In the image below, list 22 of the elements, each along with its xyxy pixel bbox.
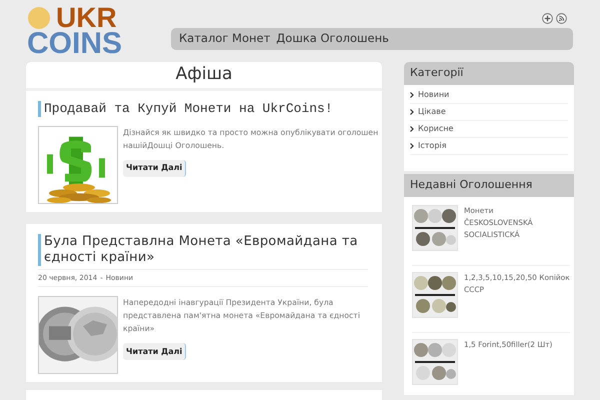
- sidebar-title: Категорії: [410, 65, 464, 82]
- chevron-right-icon: [410, 143, 414, 149]
- coin-icon: [28, 7, 50, 29]
- page-title: Афіша: [176, 63, 232, 86]
- chevron-right-icon: [410, 109, 414, 115]
- nav-link[interactable]: Каталог Монет: [179, 30, 270, 48]
- chevron-right-icon: [410, 126, 414, 132]
- category-link[interactable]: Корисне: [418, 123, 454, 135]
- logo-text: UKR: [56, 5, 117, 31]
- read-more-button[interactable]: Читати Далі: [123, 160, 186, 176]
- nav-link[interactable]: Дошка Оголошень: [276, 30, 389, 48]
- category-link[interactable]: Новини: [418, 89, 450, 101]
- plus-icon[interactable]: [542, 13, 553, 24]
- rss-icon[interactable]: [556, 13, 567, 24]
- category-link[interactable]: Цікаве: [418, 106, 446, 118]
- article-title[interactable]: Продавай та Купуй Монети на UkrCoins!: [38, 100, 382, 116]
- logo-text: COINS: [27, 31, 124, 57]
- chevron-right-icon: [410, 92, 414, 98]
- category-link[interactable]: Історія: [418, 140, 446, 152]
- read-more-button[interactable]: Читати Далі: [123, 343, 186, 360]
- sidebar-title: Недавні Оголошення: [410, 177, 532, 194]
- article-title[interactable]: Була Представлна Монета «Евромайдана та єдності країни»: [38, 234, 382, 266]
